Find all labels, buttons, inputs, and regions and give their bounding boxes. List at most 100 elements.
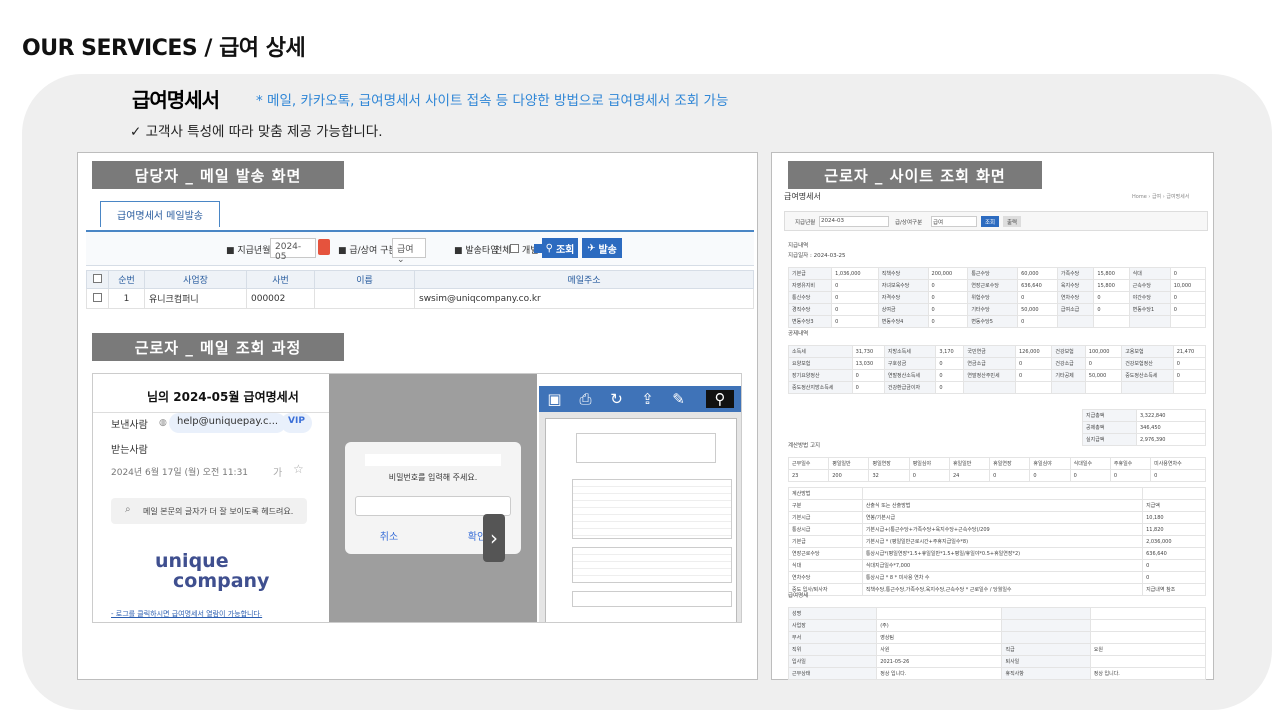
- modal-cancel-button[interactable]: 취소: [345, 528, 433, 543]
- save-icon[interactable]: ▣: [539, 390, 570, 408]
- col-check: [86, 270, 109, 289]
- table-cell: 사원: [876, 643, 1003, 656]
- password-input[interactable]: [355, 496, 511, 516]
- sender-address[interactable]: help@uniquepay.c...: [169, 413, 287, 433]
- send-type-all: 전체: [494, 246, 511, 256]
- site-print-button[interactable]: 출력: [1003, 216, 1021, 227]
- info-row: 직위 사원 직급 요원: [787, 643, 1207, 656]
- pay-type-select[interactable]: 급여 ⌄: [392, 238, 426, 265]
- table-cell: 근무일수: [787, 457, 830, 470]
- payslip-link[interactable]: - 로그를 클릭하시면 급여명세서 열람이 가능합니다.: [111, 609, 262, 619]
- info-row: 성명: [787, 607, 1207, 620]
- site-month-input[interactable]: 2024-03: [819, 216, 889, 227]
- table-cell: 연봉/기본시급: [861, 511, 1144, 524]
- table-cell: [1001, 607, 1091, 620]
- site-search-button[interactable]: 조회: [981, 216, 999, 227]
- table-cell: [1051, 381, 1086, 394]
- table-cell: 0: [851, 381, 885, 394]
- tab-mail-send[interactable]: 급여명세서 메일발송: [100, 201, 220, 227]
- table-cell: 직책수당,통근수당,가족수당,육지수당,근속수당 * 근로일수 / 당월일수: [861, 583, 1144, 596]
- table-cell: 50,000: [1084, 369, 1123, 382]
- total-row: 공제총액 346,450: [1082, 421, 1206, 434]
- table-header-row: 순번 사업장 사번 이름 메일주소: [86, 270, 754, 289]
- calc-row: 기본시급 연봉/기본시급 10,180: [788, 511, 1206, 524]
- table-cell: 변동수당5: [967, 315, 1019, 328]
- table-cell: 구분: [788, 499, 863, 512]
- col-name: 이름: [314, 270, 415, 289]
- table-cell: 0: [1017, 291, 1058, 304]
- font-tip-box[interactable]: ⌕ 메일 본문의 글자가 더 잘 보이도록 헤드려요.: [111, 498, 307, 524]
- table-cell: 0: [831, 279, 879, 292]
- export-icon[interactable]: ⇪: [632, 390, 663, 408]
- table-cell: 정상 입니다.: [876, 667, 1003, 680]
- info-row: 근무상태 정상 입니다. 휴직사항 정상 입니다.: [787, 667, 1207, 680]
- site-pay-section: 지급내역: [788, 243, 809, 249]
- cell-name: [314, 288, 415, 309]
- table-cell: [1056, 315, 1095, 328]
- col-seq: 순번: [108, 270, 145, 289]
- right-panel: 근로자 _ 사이트 조회 화면 급여명세서 Home › 급여 › 급여명세서 …: [771, 152, 1214, 680]
- send-button[interactable]: ✈ 발송: [582, 238, 622, 258]
- col-email: 메일주소: [414, 270, 754, 289]
- table-cell: 근속수당: [1128, 279, 1171, 292]
- table-cell: 31,730: [851, 345, 885, 358]
- select-all-checkbox[interactable]: [93, 273, 102, 283]
- next-arrow-icon[interactable]: ›: [483, 514, 505, 562]
- calendar-icon[interactable]: [318, 239, 330, 255]
- mail-view: 님의 2024-05월 급여명세서 보낸사람 ◍ help@uniquepay.…: [93, 374, 329, 622]
- table-cell: [963, 381, 1016, 394]
- info-row: 입사일 2021-05-26 퇴사일: [787, 655, 1207, 668]
- table-cell: 평일심야: [908, 457, 950, 470]
- table-cell: [1121, 381, 1174, 394]
- table-cell: 3,322,840: [1136, 409, 1206, 422]
- calc-row: 연장근로수당 통상시급*(평일연장*1.5+휴일일반*1.5+평일/휴일야*0.5…: [788, 547, 1206, 560]
- table-cell: 0: [935, 381, 965, 394]
- table-cell: [1089, 631, 1207, 644]
- table-cell: 0: [1093, 303, 1130, 316]
- table-cell: 연장근로수당: [788, 547, 863, 560]
- pay-month-input[interactable]: 2024-05: [270, 238, 316, 262]
- table-cell: 휴일일반: [948, 457, 991, 470]
- modal-ok-button[interactable]: 확인: [433, 528, 521, 543]
- table-cell: 자녀보육수당: [877, 279, 929, 292]
- translate-icon[interactable]: 가: [273, 464, 282, 479]
- table-cell: 0: [1142, 571, 1206, 584]
- site-info-section: 급여명세: [788, 593, 809, 599]
- logo-line2: company: [173, 570, 270, 592]
- table-cell: 연금소급: [963, 357, 1016, 370]
- table-cell: 21,470: [1172, 345, 1207, 358]
- table-cell: 0: [851, 369, 885, 382]
- star-icon[interactable]: ☆: [293, 462, 304, 476]
- site-type-select[interactable]: 급여: [931, 216, 977, 227]
- table-cell: 위험수당: [967, 291, 1019, 304]
- table-row[interactable]: 1 유니크컴퍼니 000002 swsim@uniqcompany.co.kr: [86, 288, 754, 309]
- table-cell: 지급총액: [1082, 409, 1137, 422]
- payslip-heading: 급여명세서: [132, 88, 220, 112]
- cell-site: 유니크컴퍼니: [144, 288, 247, 309]
- table-cell: 0: [935, 369, 965, 382]
- calc-row: 계산방법: [788, 487, 1206, 500]
- site-calc-section: 계산방법 고지: [788, 443, 821, 449]
- deduct-row: 요양보험 13,030 구호성금 0 연금소급 0 건강소급 0 건강보험정산 0: [788, 357, 1207, 370]
- mail-check-bar: 근로자 _ 메일 조회 과정: [92, 333, 344, 361]
- pdf-pay-table: [572, 479, 732, 539]
- calc-row: 통상시급 기본시급+(통근수당+가족수당+육지수당+근속수당)/209 11,820: [788, 523, 1206, 536]
- table-cell: 15,800: [1093, 267, 1130, 280]
- table-cell: [1089, 607, 1207, 620]
- table-cell: 직급: [1001, 643, 1091, 656]
- pdf-toolbar: ▣ ⎙ ↻ ⇪ ✎ ⚲: [539, 386, 741, 412]
- print-icon[interactable]: ⎙: [570, 390, 601, 408]
- row-checkbox[interactable]: [93, 292, 102, 302]
- table-cell: 13,030: [851, 357, 885, 370]
- pen-icon[interactable]: ✎: [663, 390, 694, 408]
- table-cell: 0: [1014, 369, 1053, 382]
- refresh-icon[interactable]: ↻: [601, 390, 632, 408]
- pay-row: 경직수당 0 상여금 0 기타수당 50,000 급여소급 0 변동수당1 0: [787, 303, 1207, 316]
- table-cell: 휴일심야: [1029, 457, 1071, 470]
- table-cell: [1172, 381, 1207, 394]
- all-checkbox[interactable]: [510, 244, 519, 253]
- site-breadcrumb: Home › 급여 › 급여명세서: [1132, 194, 1190, 200]
- calc-row: 구분 산출식 또는 산출방법 지급액: [788, 499, 1206, 512]
- search-button[interactable]: ⚲ 조회: [542, 238, 578, 258]
- search-icon[interactable]: ⚲: [706, 390, 734, 408]
